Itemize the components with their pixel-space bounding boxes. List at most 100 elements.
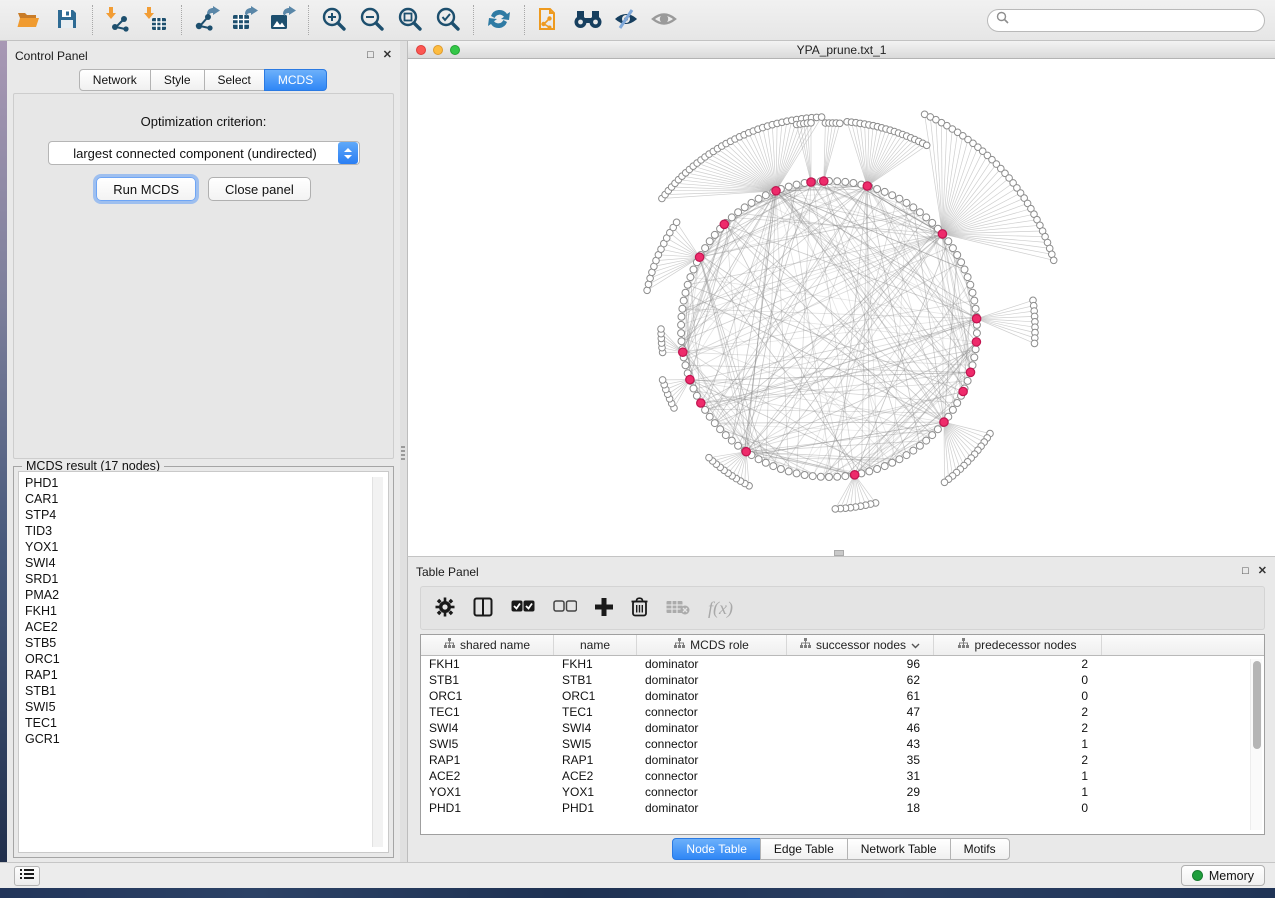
mcds-node[interactable] [742, 448, 750, 456]
import-table-button[interactable] [137, 3, 175, 37]
ring-node[interactable] [826, 474, 833, 481]
table-scrollbar-track[interactable] [1250, 659, 1262, 830]
leaf-node[interactable] [658, 326, 665, 333]
mcds-result-item[interactable]: TEC1 [25, 715, 388, 731]
mcds-node[interactable] [966, 368, 974, 376]
task-history-button[interactable] [14, 866, 40, 886]
ring-node[interactable] [923, 214, 930, 221]
ring-node[interactable] [717, 426, 724, 433]
ring-node[interactable] [678, 321, 685, 328]
delete-table-button[interactable] [666, 599, 690, 618]
table-scrollbar-thumb[interactable] [1253, 661, 1261, 749]
ring-node[interactable] [889, 459, 896, 466]
show-columns-button[interactable] [473, 597, 493, 620]
float-table-panel-icon[interactable]: □ [1242, 566, 1249, 577]
column-header-shared-name[interactable]: shared name [421, 635, 554, 655]
ring-node[interactable] [903, 199, 910, 206]
result-list-scrollbar[interactable] [372, 477, 383, 847]
ring-node[interactable] [755, 195, 762, 202]
ring-node[interactable] [971, 297, 978, 304]
ring-node[interactable] [881, 188, 888, 195]
import-network-button[interactable] [99, 3, 137, 37]
ring-node[interactable] [762, 459, 769, 466]
ring-node[interactable] [690, 266, 697, 273]
table-tab-motifs[interactable]: Motifs [950, 838, 1010, 860]
column-header-predecessor-nodes[interactable]: predecessor nodes [934, 635, 1102, 655]
leaf-node[interactable] [673, 219, 680, 226]
ring-node[interactable] [817, 473, 824, 480]
ring-node[interactable] [748, 199, 755, 206]
ring-node[interactable] [711, 231, 718, 238]
tab-style[interactable]: Style [150, 69, 205, 91]
mcds-node[interactable] [807, 178, 815, 186]
export-network-button[interactable] [188, 3, 226, 37]
ring-node[interactable] [684, 281, 691, 288]
mcds-node[interactable] [820, 177, 828, 185]
ring-node[interactable] [693, 392, 700, 399]
ring-node[interactable] [850, 180, 857, 187]
ring-node[interactable] [874, 186, 881, 193]
leaf-node[interactable] [1050, 257, 1057, 264]
table-row[interactable]: PHD1PHD1dominator180 [421, 800, 1264, 816]
mcds-result-item[interactable]: STB5 [25, 635, 388, 651]
leaf-node[interactable] [923, 142, 930, 149]
leaf-node[interactable] [659, 377, 666, 384]
select-all-button[interactable] [511, 600, 535, 616]
ring-node[interactable] [755, 456, 762, 463]
ring-node[interactable] [680, 297, 687, 304]
table-row[interactable]: ACE2ACE2connector311 [421, 768, 1264, 784]
mcds-result-item[interactable]: RAP1 [25, 667, 388, 683]
column-header-successor-nodes[interactable]: successor nodes [787, 635, 934, 655]
table-row[interactable]: YOX1YOX1connector291 [421, 784, 1264, 800]
mcds-result-item[interactable]: ORC1 [25, 651, 388, 667]
ring-node[interactable] [711, 420, 718, 427]
mcds-node[interactable] [720, 220, 728, 228]
ring-node[interactable] [687, 274, 694, 281]
tab-select[interactable]: Select [204, 69, 265, 91]
mcds-result-item[interactable]: SWI4 [25, 555, 388, 571]
save-button[interactable] [48, 3, 86, 37]
ring-node[interactable] [923, 437, 930, 444]
ring-node[interactable] [866, 468, 873, 475]
table-row[interactable]: TEC1TEC1connector472 [421, 704, 1264, 720]
column-header-MCDS-role[interactable]: MCDS role [637, 635, 787, 655]
run-mcds-button[interactable]: Run MCDS [96, 177, 196, 201]
leaf-node[interactable] [818, 114, 825, 121]
ring-node[interactable] [916, 209, 923, 216]
mcds-result-item[interactable]: SWI5 [25, 699, 388, 715]
mcds-node[interactable] [851, 471, 859, 479]
ring-node[interactable] [958, 259, 965, 266]
ring-node[interactable] [954, 252, 961, 259]
leaf-node[interactable] [941, 479, 948, 486]
apply-layout-button[interactable] [480, 3, 518, 37]
zoom-in-button[interactable] [315, 3, 353, 37]
ring-node[interactable] [801, 472, 808, 479]
mcds-result-item[interactable]: FKH1 [25, 603, 388, 619]
ring-node[interactable] [735, 442, 742, 449]
ring-node[interactable] [967, 281, 974, 288]
zoom-out-button[interactable] [353, 3, 391, 37]
ring-node[interactable] [972, 305, 979, 312]
ring-node[interactable] [793, 181, 800, 188]
ring-node[interactable] [842, 473, 849, 480]
ring-node[interactable] [762, 192, 769, 199]
column-header-name[interactable]: name [554, 635, 637, 655]
float-panel-icon[interactable]: □ [367, 50, 374, 61]
ring-node[interactable] [910, 447, 917, 454]
hide-selected-button[interactable] [607, 3, 645, 37]
delete-column-button[interactable] [631, 597, 648, 620]
mcds-node[interactable] [972, 315, 980, 323]
ring-node[interactable] [706, 413, 713, 420]
table-tab-edge-table[interactable]: Edge Table [760, 838, 848, 860]
mcds-node[interactable] [938, 230, 946, 238]
export-image-button[interactable] [264, 3, 302, 37]
ring-node[interactable] [954, 400, 961, 407]
ring-node[interactable] [842, 178, 849, 185]
ring-node[interactable] [964, 377, 971, 384]
ring-node[interactable] [702, 245, 709, 252]
table-row[interactable]: FKH1FKH1dominator962 [421, 656, 1264, 672]
add-column-button[interactable] [595, 598, 613, 619]
ring-node[interactable] [896, 456, 903, 463]
ring-node[interactable] [934, 426, 941, 433]
ring-node[interactable] [881, 463, 888, 470]
